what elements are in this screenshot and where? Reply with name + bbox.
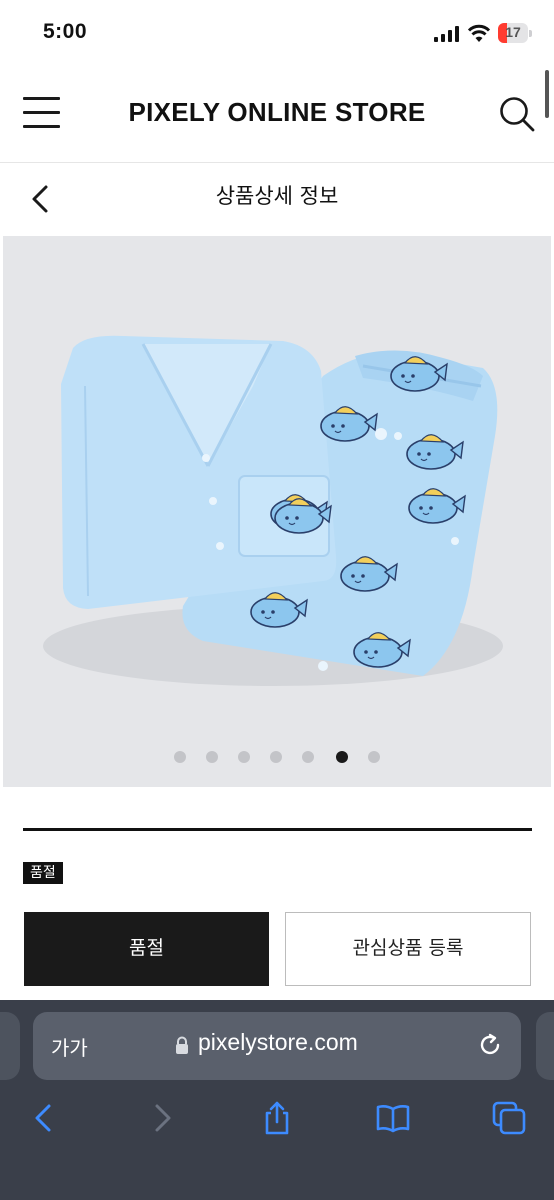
site-header: PIXELY ONLINE STORE: [0, 68, 554, 163]
tabs-icon[interactable]: [491, 1100, 527, 1136]
gallery-dot[interactable]: [270, 751, 282, 763]
store-brand[interactable]: PIXELY ONLINE STORE: [0, 97, 554, 128]
address-bar[interactable]: 가가 pixelystore.com: [33, 1012, 521, 1080]
gallery-dot-active[interactable]: [336, 751, 348, 763]
bookmarks-icon[interactable]: [375, 1100, 411, 1136]
gallery-dot[interactable]: [368, 751, 380, 763]
status-bar: 5:00 17: [0, 0, 554, 68]
sub-header: 상품상세 정보: [0, 162, 554, 236]
back-arrow-icon[interactable]: [26, 1100, 62, 1136]
text-size-button[interactable]: 가가: [51, 1032, 88, 1061]
url-text[interactable]: pixelystore.com: [198, 1029, 358, 1056]
gallery-dot[interactable]: [302, 751, 314, 763]
sold-out-button[interactable]: 품절: [24, 912, 269, 986]
gallery-dot[interactable]: [206, 751, 218, 763]
sold-out-badge: 품절: [23, 862, 63, 884]
section-divider: [23, 828, 532, 831]
search-icon[interactable]: [498, 95, 536, 133]
wifi-icon: [467, 24, 491, 42]
page-title: 상품상세 정보: [215, 184, 339, 208]
gallery-dot[interactable]: [174, 751, 186, 763]
lock-icon: [176, 1036, 188, 1054]
signal-icon: [434, 26, 459, 42]
next-tab-preview[interactable]: [536, 1012, 554, 1080]
previous-tab-preview[interactable]: [0, 1012, 20, 1080]
add-wishlist-button[interactable]: 관심상품 등록: [285, 912, 531, 986]
battery-level: 17: [505, 24, 521, 40]
browser-chrome: 가가 pixelystore.com: [0, 1000, 554, 1200]
product-photo: [3, 236, 551, 787]
status-time: 5:00: [43, 20, 88, 43]
product-image[interactable]: [3, 236, 551, 787]
gallery-pagination: [0, 751, 554, 765]
battery-icon: 17: [498, 23, 532, 45]
scroll-indicator: [545, 70, 549, 118]
reload-icon[interactable]: [477, 1032, 503, 1058]
share-icon[interactable]: [259, 1100, 295, 1136]
gallery-dot[interactable]: [238, 751, 250, 763]
forward-arrow-icon[interactable]: [144, 1100, 180, 1136]
